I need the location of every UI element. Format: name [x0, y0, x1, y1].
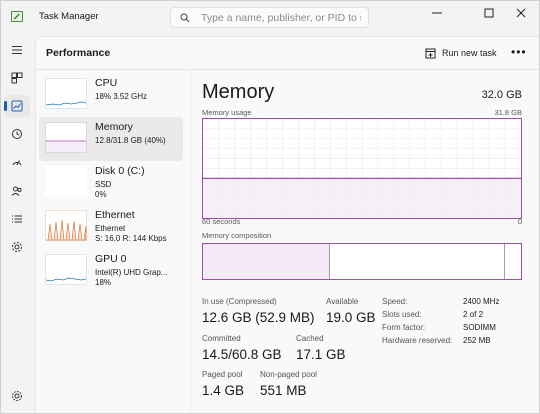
startup-apps-icon [12, 160, 22, 166]
committed-label: Committed [202, 334, 241, 343]
task-manager-app-icon [11, 11, 23, 22]
processes-icon [11, 72, 23, 84]
cached-label: Cached [296, 334, 324, 343]
memory-composition-bar [202, 243, 522, 280]
spec-key: Slots used: [382, 310, 422, 319]
memory-total: 32.0 GB [481, 89, 522, 101]
nav-processes[interactable] [4, 67, 30, 89]
content-panel: Performance Run new task ••• CPU 18% 3.5… [35, 36, 540, 414]
paged-pool-value: 1.4 GB [202, 383, 245, 398]
composition-standby-segment [330, 244, 506, 279]
nav-startup-apps[interactable] [4, 151, 30, 173]
device-name: Ethernet [95, 209, 135, 221]
disk-thumbnail-graph [45, 166, 87, 197]
services-icon [12, 242, 22, 252]
close-button[interactable] [506, 0, 536, 26]
device-memory[interactable]: Memory 12.8/31.8 GB (40%) [39, 117, 183, 161]
page-title: Performance [46, 47, 111, 59]
available-value: 19.0 GB [326, 310, 376, 325]
run-task-icon [425, 48, 436, 58]
device-name: Memory [95, 121, 133, 133]
composition-in-use-segment [203, 244, 331, 279]
title-bar: Task Manager [0, 0, 540, 34]
device-detail: Intel(R) UHD Grap... [95, 268, 168, 277]
run-new-task-label: Run new task [442, 48, 497, 58]
list-divider [190, 70, 191, 414]
device-disk[interactable]: Disk 0 (C:) SSD 0% [39, 161, 183, 205]
in-use-label: In use (Compressed) [202, 297, 277, 306]
memory-usage-label: Memory usage [202, 108, 252, 117]
memory-composition-label: Memory composition [202, 231, 272, 240]
memory-heading: Memory [202, 81, 275, 103]
device-detail-secondary: 0% [95, 190, 107, 199]
available-label: Available [326, 297, 359, 306]
time-span-label: 60 seconds [202, 217, 241, 226]
spec-key: Hardware reserved: [382, 336, 453, 345]
hamburger-menu-button[interactable] [4, 39, 30, 61]
spec-value: 2 of 2 [463, 310, 484, 319]
spec-value: 252 MB [463, 336, 491, 345]
performance-icon [11, 100, 23, 112]
nav-users[interactable] [4, 180, 30, 202]
app-history-icon [12, 129, 22, 139]
device-detail-secondary: S: 16.0 R: 144 Kbps [95, 234, 167, 243]
memory-usage-max: 31.8 GB [494, 108, 522, 117]
search-icon [180, 13, 190, 23]
run-new-task-button[interactable]: Run new task [425, 44, 497, 62]
minimize-icon [432, 12, 442, 14]
window-title: Task Manager [39, 11, 99, 22]
search-input[interactable] [201, 11, 361, 25]
usage-area [203, 178, 521, 218]
ethernet-thumbnail-graph [45, 210, 87, 241]
close-icon [516, 8, 526, 18]
device-detail: SSD [95, 180, 112, 189]
spec-value: 2400 MHz [463, 297, 500, 306]
non-paged-pool-label: Non-paged pool [260, 370, 317, 379]
hamburger-menu-icon [12, 46, 22, 54]
cpu-thumbnail-graph [45, 78, 87, 109]
nav-app-history[interactable] [4, 123, 30, 145]
settings-icon [12, 391, 22, 401]
device-detail: 12.8/31.8 GB (40%) [95, 136, 166, 145]
device-name: CPU [95, 77, 118, 89]
device-name: GPU 0 [95, 253, 127, 265]
device-gpu[interactable]: GPU 0 Intel(R) UHD Grap... 18% [39, 249, 183, 293]
memory-usage-graph [202, 118, 522, 219]
time-end-label: 0 [517, 217, 522, 226]
minimize-button[interactable] [422, 0, 452, 26]
paged-pool-label: Paged pool [202, 370, 243, 379]
device-detail: Ethernet [95, 224, 126, 233]
memory-thumbnail-graph [45, 122, 87, 153]
spec-key: Speed: [382, 297, 408, 306]
gpu-thumbnail-graph [45, 254, 87, 285]
maximize-button[interactable] [474, 0, 504, 26]
spec-value: SODIMM [463, 323, 496, 332]
committed-value: 14.5/60.8 GB [202, 347, 282, 362]
maximize-icon [484, 8, 494, 18]
device-detail: 18% 3.52 GHz [95, 92, 148, 101]
cached-value: 17.1 GB [296, 347, 346, 362]
non-paged-pool-value: 551 MB [260, 383, 307, 398]
in-use-value: 12.6 GB (52.9 MB) [202, 310, 315, 325]
nav-performance[interactable] [4, 95, 30, 117]
device-ethernet[interactable]: Ethernet Ethernet S: 16.0 R: 144 Kbps [39, 205, 183, 249]
device-cpu[interactable]: CPU 18% 3.52 GHz [39, 73, 183, 117]
device-name: Disk 0 (C:) [95, 165, 145, 177]
spec-key: Form factor: [382, 323, 426, 332]
nav-services[interactable] [4, 236, 30, 258]
nav-settings[interactable] [4, 385, 30, 407]
memory-usage-plot [203, 119, 521, 218]
details-icon [12, 215, 22, 223]
search-box[interactable] [170, 7, 369, 28]
more-options-button[interactable]: ••• [511, 45, 527, 59]
nav-details[interactable] [4, 208, 30, 230]
header-divider [36, 69, 540, 70]
device-detail-secondary: 18% [95, 278, 112, 287]
users-icon [11, 186, 22, 196]
